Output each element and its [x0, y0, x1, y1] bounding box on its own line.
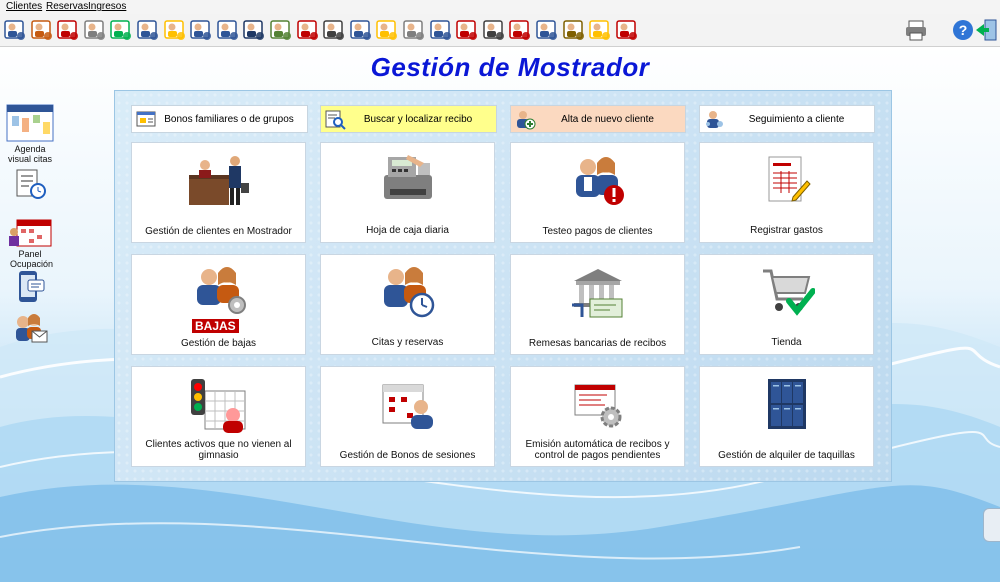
- search-user-icon[interactable]: [188, 17, 214, 43]
- session-vouchers-icon: [321, 377, 494, 437]
- mobile-message-icon: [19, 271, 45, 302]
- phone-list-icon[interactable]: [348, 17, 374, 43]
- buscar-recibo-button[interactable]: Buscar y localizar recibo: [320, 105, 497, 133]
- checklist-clock-icon: [16, 169, 46, 199]
- side-tab-icon[interactable]: [983, 508, 1000, 542]
- turnstile-icon[interactable]: [507, 17, 533, 43]
- user-card-icon[interactable]: [29, 17, 55, 43]
- user-screen-icon[interactable]: [215, 17, 241, 43]
- card-cash-register[interactable]: Hoja de caja diaria: [320, 142, 495, 243]
- eye-clock-icon[interactable]: [135, 17, 161, 43]
- calendar-clock-icon[interactable]: [268, 17, 294, 43]
- cancellations-icon: [132, 265, 305, 325]
- card-bank-remittance[interactable]: Remesas bancarias de recibos: [510, 254, 685, 355]
- card-label: Gestión de bajas: [180, 338, 257, 349]
- card-label: Tienda: [771, 337, 802, 348]
- user-key-icon[interactable]: [2, 17, 28, 43]
- card-label: Gestión de clientes en Mostrador: [145, 226, 292, 237]
- calculator-icon[interactable]: [401, 17, 427, 43]
- window-alert-icon[interactable]: [454, 17, 480, 43]
- card-label: Gestión de alquiler de taquillas: [718, 450, 855, 461]
- card-label: Testeo pagos de clientes: [542, 226, 653, 237]
- sidebar-item-mobile[interactable]: [0, 270, 60, 304]
- card-badge: BAJAS: [192, 319, 239, 333]
- user-delete-icon[interactable]: [55, 17, 81, 43]
- sidebar-item-agenda[interactable]: Agenda visual citas: [0, 104, 60, 164]
- sidebar-item-occupancy[interactable]: Panel Ocupación: [0, 218, 60, 269]
- card-session-vouchers[interactable]: Gestión de Bonos de sesiones: [320, 366, 495, 467]
- page-title: Gestión de Mostrador: [370, 52, 650, 82]
- photo-users-icon[interactable]: [374, 17, 400, 43]
- seguimiento-cliente-label: Seguimiento a cliente: [748, 113, 845, 125]
- sidebar-item-label: Agenda visual citas: [8, 144, 53, 164]
- shopping-cart-icon: [700, 265, 873, 325]
- cash-register-icon: [321, 153, 494, 213]
- menu-bar: Clientes Reservas Ingresos: [0, 0, 1000, 14]
- users-mail-icon: [16, 314, 48, 343]
- card-front-desk[interactable]: Gestión de clientes en Mostrador: [131, 142, 306, 243]
- occupancy-calendar-icon: [9, 219, 52, 247]
- card-label: Citas y reservas: [371, 337, 444, 348]
- alta-cliente-button[interactable]: Alta de nuevo cliente: [510, 105, 686, 133]
- calendar-person-icon[interactable]: [295, 17, 321, 43]
- card-label: Hoja de caja diaria: [366, 225, 449, 236]
- auto-receipts-icon: [511, 377, 684, 437]
- bonos-familiares-button[interactable]: Bonos familiares o de grupos: [131, 105, 308, 133]
- photo-ticket-icon[interactable]: [162, 17, 188, 43]
- card-lockers[interactable]: Gestión de alquiler de taquillas: [699, 366, 874, 467]
- alta-cliente-label: Alta de nuevo cliente: [561, 113, 654, 125]
- user-gear-icon[interactable]: [534, 17, 560, 43]
- appointments-clock-icon: [321, 265, 494, 325]
- expense-document-icon: [700, 153, 873, 213]
- printer-icon[interactable]: [903, 17, 929, 43]
- sidebar-item-label: Panel Ocupación: [10, 249, 54, 269]
- clients-alert-icon: [511, 153, 684, 213]
- user-sun-icon[interactable]: [587, 17, 613, 43]
- card-appointments-clock[interactable]: Citas y reservas: [320, 254, 495, 355]
- dumbbell-icon[interactable]: [561, 17, 587, 43]
- card-label: Clientes activos que no vienen al gimnas…: [145, 439, 292, 461]
- card-auto-receipts[interactable]: Emisión automática de recibos y control …: [510, 366, 685, 467]
- add-client-icon: [517, 111, 536, 130]
- buscar-recibo-label: Buscar y localizar recibo: [363, 113, 473, 125]
- search-receipt-icon: [325, 110, 346, 130]
- document-list-icon[interactable]: [82, 17, 108, 43]
- client-followup-icon: [706, 111, 723, 128]
- toolbar: ?: [0, 14, 1000, 47]
- traffic-light-icon[interactable]: [321, 17, 347, 43]
- card-label: Emisión automática de recibos y control …: [525, 439, 670, 461]
- card-expense-document[interactable]: Registrar gastos: [699, 142, 874, 243]
- calendar-grid-icon[interactable]: [241, 17, 267, 43]
- card-shopping-cart[interactable]: Tienda: [699, 254, 874, 355]
- lockers-icon: [700, 377, 873, 437]
- network-info-icon[interactable]: [428, 17, 454, 43]
- card-label: Gestión de Bonos de sesiones: [339, 450, 476, 461]
- seguimiento-cliente-button[interactable]: Seguimiento a cliente: [699, 105, 875, 133]
- bank-remittance-icon: [511, 265, 684, 325]
- fingerprint-icon[interactable]: [481, 17, 507, 43]
- group-voucher-icon: [136, 111, 156, 127]
- menu-reservas[interactable]: Reservas: [46, 1, 88, 12]
- sidebar-item-users-mail[interactable]: [0, 312, 60, 344]
- card-label: Remesas bancarias de recibos: [528, 338, 667, 349]
- menu-ingresos[interactable]: Ingresos: [88, 1, 126, 12]
- sidebar-item-checklist[interactable]: [0, 168, 60, 200]
- inactive-clients-icon: [132, 377, 305, 437]
- exit-icon[interactable]: [973, 17, 999, 43]
- user-remove-icon[interactable]: [614, 17, 640, 43]
- card-inactive-clients[interactable]: Clientes activos que no vienen al gimnas…: [131, 366, 306, 467]
- menu-clientes[interactable]: Clientes: [6, 1, 42, 12]
- svg-text:?: ?: [959, 22, 968, 38]
- card-clients-alert[interactable]: Testeo pagos de clientes: [510, 142, 685, 243]
- card-cancellations[interactable]: BAJAS Gestión de bajas: [131, 254, 306, 355]
- front-desk-icon: [132, 153, 305, 213]
- card-label: Registrar gastos: [750, 225, 823, 236]
- clock-check-icon[interactable]: [108, 17, 134, 43]
- bonos-familiares-label: Bonos familiares o de grupos: [164, 113, 294, 125]
- visual-agenda-icon: [6, 104, 54, 142]
